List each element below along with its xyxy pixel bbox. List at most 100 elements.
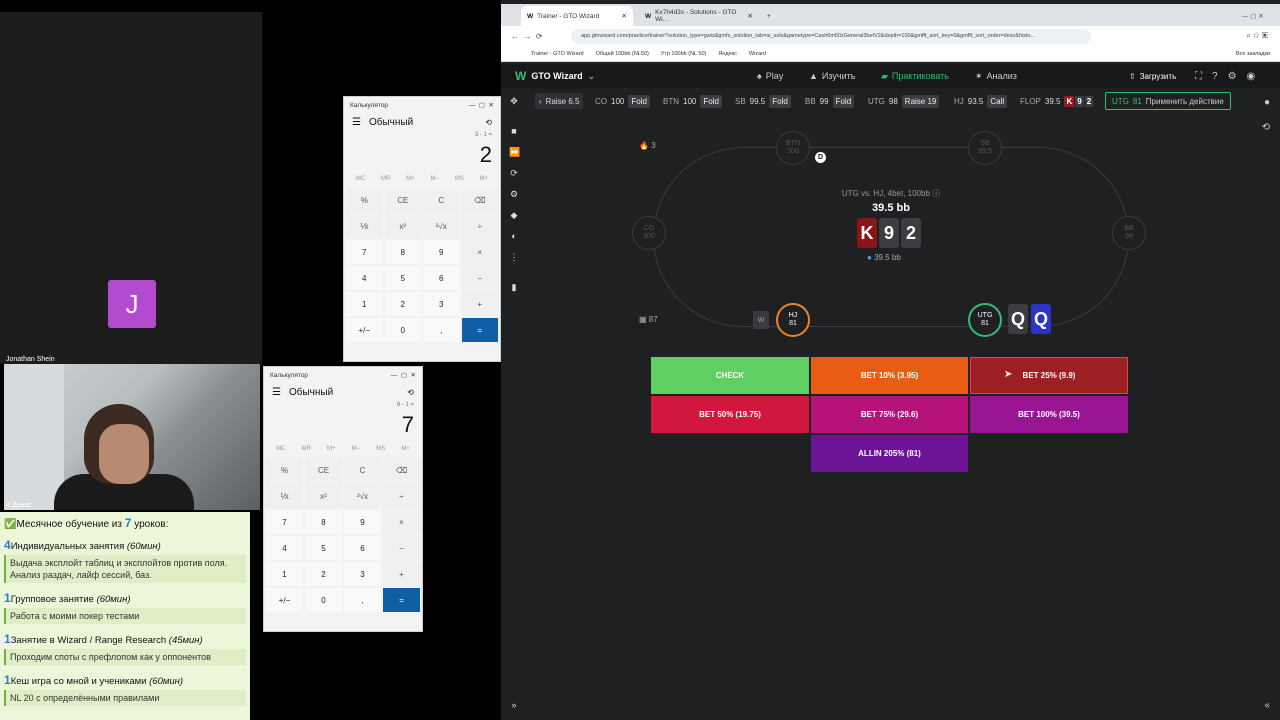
calc-key[interactable]: 5 [305,536,342,560]
tab-solutions[interactable]: W Kx7h4d3s - Solutions - GTO Wi... ✕ [639,6,759,26]
apply-action-button[interactable]: UTG 81 Применить действие [1105,92,1231,110]
nav-arrows-icon[interactable]: ← → ⟳ [511,32,543,41]
calc-key[interactable]: = [461,318,498,342]
calc-key[interactable]: 6 [423,266,460,290]
calc-key[interactable]: x² [384,214,421,238]
history-icon[interactable]: ⟲ [407,388,414,397]
calc-key[interactable]: ²√x [344,484,381,508]
expand-icon[interactable]: » [509,700,519,710]
new-tab-button[interactable]: + [761,6,777,26]
calc-key[interactable]: 4 [346,266,383,290]
calc-key[interactable]: ⅟x [346,214,383,238]
calc-key[interactable]: 3 [344,562,381,586]
back-action[interactable]: ‹ Raise 6.5 [535,93,584,109]
bet-10-button[interactable]: BET 10% (3.95) [811,357,968,394]
calc-key[interactable]: 9 [344,510,381,534]
calc-key[interactable]: 2 [305,562,342,586]
calc-key[interactable]: + [461,292,498,316]
calc-key[interactable]: 3 [423,292,460,316]
window-controls[interactable]: — ▢ ✕ [391,371,416,379]
calc-key[interactable]: 5 [384,266,421,290]
memory-key[interactable]: MC [356,176,365,182]
calc-key[interactable]: 0 [305,588,342,612]
bookmark-item[interactable]: Wizard [749,51,766,57]
calc-key[interactable]: % [346,188,383,212]
calc-key[interactable]: ²√x [423,214,460,238]
bookmark-item[interactable]: Яндекс [718,51,737,57]
nav-analyze[interactable]: ✶ Анализ [975,71,1017,82]
calc-key[interactable]: C [344,458,381,482]
more-icon[interactable]: ⋮ [509,252,519,262]
menu-icon[interactable]: ☰ [352,117,361,128]
bet-100-button[interactable]: BET 100% (39.5) [970,396,1128,433]
url-input[interactable]: app.gtowizard.com/practice/trainer?solut… [571,28,1091,44]
calc-key[interactable]: 4 [266,536,303,560]
memory-key[interactable]: M− [430,176,439,182]
menu-icon[interactable]: ☰ [272,387,281,398]
nav-study[interactable]: ▲ Изучить [809,71,855,81]
calc-key[interactable]: % [266,458,303,482]
graduation-icon[interactable]: ◆ [509,210,519,220]
refresh-icon[interactable]: ⟳ [509,168,519,178]
brand[interactable]: W GTO Wizard ⌄ [515,69,595,83]
header-icons[interactable]: ⛶? ⚙ ◉ [1195,71,1255,82]
action-sb[interactable]: SB 99.5 Fold [735,93,791,109]
nav-practice[interactable]: ▰ Практиковать [881,71,949,82]
calc-key[interactable]: ÷ [461,214,498,238]
calc-key[interactable]: × [383,510,420,534]
calc-key[interactable]: , [423,318,460,342]
calc-key[interactable]: − [383,536,420,560]
window-controls[interactable]: — ▢ ✕ [469,101,494,109]
memory-key[interactable]: MR [381,176,390,182]
window-controls[interactable]: — ▢ ✕ [1236,6,1270,26]
calc-key[interactable]: CE [384,188,421,212]
calc-key[interactable]: + [383,562,420,586]
action-hj[interactable]: HJ 93.5 Call [954,93,1008,109]
memory-key[interactable]: M˅ [480,176,489,182]
hide-icon[interactable]: ◐ [509,231,519,241]
memory-key[interactable]: MC [276,446,285,452]
bookmark-item[interactable]: Общий 100bb (NL50) [596,51,649,57]
bookmark-item[interactable]: Trainer - GTO Wizard [531,51,584,57]
calc-key[interactable]: − [461,266,498,290]
calc-key[interactable]: 8 [305,510,342,534]
memory-key[interactable]: M+ [406,176,415,182]
calc-key[interactable]: ⅟x [266,484,303,508]
calc-key[interactable]: 8 [384,240,421,264]
calc-key[interactable]: , [344,588,381,612]
calc-key[interactable]: ⌫ [461,188,498,212]
calc-key[interactable]: +/− [346,318,383,342]
browser-actions-icon[interactable]: ⌕ ☆ ▣ ⋮ [1246,31,1272,41]
calc-key[interactable]: 2 [384,292,421,316]
calculator-window[interactable]: Калькулятор — ▢ ✕ ☰ Обычный ⟲ 8 - 1 = 7 MC M… [263,366,423,632]
bookmark-item[interactable]: Утр 100bb (NL 50) [661,51,707,57]
memory-key[interactable]: M+ [327,446,336,452]
history-icon[interactable]: ⟲ [485,118,492,127]
history-icon[interactable]: ⟲ [1262,122,1270,133]
collapse-icon[interactable]: « [1264,700,1270,711]
memory-key[interactable]: MS [376,446,385,452]
calc-key[interactable]: 0 [384,318,421,342]
upload-button[interactable]: ⇧ Загрузить [1129,72,1176,81]
stop-icon[interactable]: ■ [509,126,519,136]
fast-forward-icon[interactable]: ⏩ [509,147,520,157]
memory-key[interactable]: MS [455,176,464,182]
action-btn[interactable]: BTN 100 Fold [663,93,722,109]
flop-chip[interactable]: FLOP 39.5 K92 [1020,93,1094,109]
action-bb[interactable]: BB 99 Fold [805,93,855,109]
calc-key[interactable]: ⌫ [383,458,420,482]
bet-25-button[interactable]: BET 25% (9.9) [970,357,1128,394]
calc-key[interactable]: +/− [266,588,303,612]
calc-key[interactable]: 7 [266,510,303,534]
calc-key[interactable]: 6 [344,536,381,560]
nav-play[interactable]: ♠ Play [757,71,783,81]
calc-key[interactable]: 9 [423,240,460,264]
calc-key[interactable]: = [383,588,420,612]
calc-key[interactable]: C [423,188,460,212]
calc-key[interactable]: × [461,240,498,264]
calc-key[interactable]: x² [305,484,342,508]
calculator-window[interactable]: Калькулятор — ▢ ✕ ☰ Обычный ⟲ 3 - 1 = 2 MC M… [343,96,501,362]
tab-trainer[interactable]: W Trainer - GTO Wizard ✕ [521,6,633,26]
memory-key[interactable]: M˅ [401,446,410,452]
calc-key[interactable]: CE [305,458,342,482]
